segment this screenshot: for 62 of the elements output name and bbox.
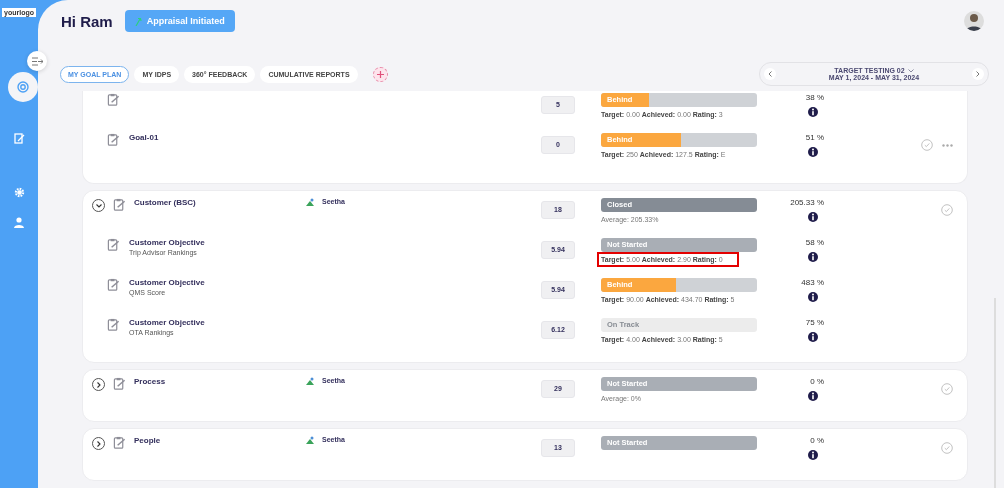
arrow-icon bbox=[134, 16, 142, 26]
chevron-down-icon bbox=[907, 68, 914, 73]
goal-title[interactable]: Customer (BSC) bbox=[134, 198, 196, 207]
percent-value: 0 % bbox=[810, 436, 824, 445]
clipboard-icon bbox=[113, 436, 126, 449]
objective-title[interactable]: Goal-01 bbox=[129, 133, 159, 142]
clipboard-icon bbox=[107, 318, 120, 331]
previous-button[interactable] bbox=[764, 68, 776, 80]
objective-title[interactable]: Customer Objective bbox=[129, 238, 205, 247]
chevron-right-icon bbox=[95, 440, 102, 447]
plus-icon bbox=[376, 70, 384, 78]
info-icon[interactable] bbox=[808, 292, 818, 302]
avatar[interactable] bbox=[964, 11, 984, 31]
expand-toggle[interactable] bbox=[92, 437, 105, 450]
user-icon bbox=[14, 216, 24, 228]
info-icon[interactable] bbox=[808, 450, 818, 460]
info-icon[interactable] bbox=[808, 212, 818, 222]
clipboard-icon bbox=[107, 93, 120, 106]
percent-value: 205.33 % bbox=[790, 198, 824, 207]
add-button[interactable] bbox=[372, 66, 388, 82]
sidebar-item[interactable] bbox=[8, 72, 38, 102]
info-icon[interactable] bbox=[808, 332, 818, 342]
goal-title[interactable]: People bbox=[134, 436, 161, 445]
clipboard-icon bbox=[107, 133, 120, 146]
next-button[interactable] bbox=[972, 68, 984, 80]
percent-value: 58 % bbox=[805, 238, 824, 247]
check-circle-icon[interactable] bbox=[941, 442, 953, 454]
clipboard-icon bbox=[113, 377, 126, 390]
info-icon[interactable] bbox=[808, 252, 818, 262]
chevron-down-icon bbox=[95, 202, 102, 209]
info-icon[interactable] bbox=[808, 107, 818, 117]
settings-icon bbox=[13, 186, 25, 198]
broken-image-icon bbox=[306, 436, 314, 444]
expand-toggle[interactable] bbox=[92, 378, 105, 391]
broken-image-icon bbox=[306, 198, 314, 206]
greeting: Hi Ram bbox=[61, 12, 113, 30]
objective-title[interactable]: Customer Objective bbox=[129, 278, 205, 287]
goal-title[interactable]: Process bbox=[134, 377, 166, 386]
percent-value: 38 % bbox=[805, 93, 824, 102]
percent-value: 0 % bbox=[810, 377, 824, 386]
chevron-left-icon bbox=[768, 71, 772, 77]
more-icon[interactable] bbox=[942, 143, 953, 147]
check-circle-icon[interactable] bbox=[941, 204, 953, 216]
percent-value: 75 % bbox=[805, 318, 824, 327]
check-circle-icon[interactable] bbox=[941, 383, 953, 395]
percent-value: 483 % bbox=[801, 278, 824, 287]
clipboard-icon bbox=[107, 238, 120, 251]
clipboard-icon bbox=[113, 198, 126, 211]
target-icon bbox=[17, 81, 29, 93]
chevron-right-icon bbox=[976, 71, 980, 77]
list-arrow-icon bbox=[31, 56, 43, 66]
broken-image-icon bbox=[306, 377, 314, 385]
check-circle-icon[interactable] bbox=[921, 139, 933, 151]
expand-toggle[interactable] bbox=[92, 199, 105, 212]
info-icon[interactable] bbox=[808, 147, 818, 157]
clipboard-icon bbox=[107, 278, 120, 291]
objective-title[interactable]: Customer Objective bbox=[129, 318, 205, 327]
percent-value: 51 % bbox=[805, 133, 824, 142]
chevron-right-icon bbox=[95, 381, 102, 388]
document-pen-icon bbox=[13, 132, 25, 144]
menu-toggle-button[interactable] bbox=[27, 51, 47, 71]
info-icon[interactable] bbox=[808, 391, 818, 401]
